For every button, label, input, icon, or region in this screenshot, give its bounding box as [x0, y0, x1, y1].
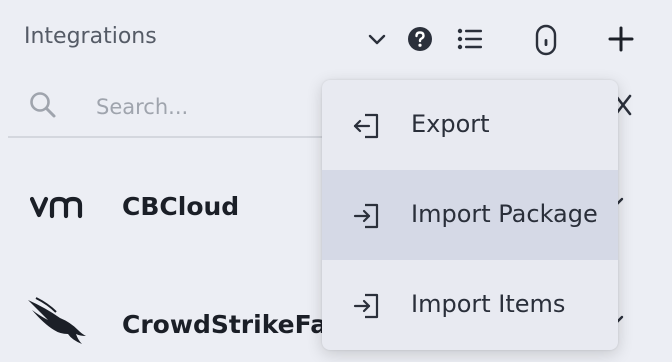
- vmware-logo: [29, 196, 88, 224]
- search-divider: [8, 136, 340, 138]
- menu-item-label: Import Items: [411, 290, 566, 318]
- plus-icon[interactable]: [606, 24, 636, 54]
- menu-item-label: Import Package: [411, 200, 598, 228]
- menu-item-import-package[interactable]: Import Package: [322, 170, 618, 260]
- import-icon: [352, 292, 382, 324]
- help-icon[interactable]: [406, 25, 434, 53]
- search-icon: [28, 90, 58, 124]
- panel-header: Integrations: [0, 0, 672, 80]
- page-title: Integrations: [24, 24, 157, 49]
- search-input[interactable]: [96, 90, 316, 124]
- mouse-icon[interactable]: [532, 23, 560, 57]
- actions-menu: Export Import Package Import Items: [322, 80, 618, 350]
- menu-item-label: Export: [411, 110, 490, 138]
- menu-item-export[interactable]: Export: [322, 80, 618, 170]
- export-icon: [352, 112, 382, 144]
- integration-name: CBCloud: [122, 192, 240, 221]
- menu-item-import-items[interactable]: Import Items: [322, 260, 618, 350]
- chevron-down-icon[interactable]: [364, 26, 390, 52]
- integration-name: CrowdStrikeFa: [122, 310, 328, 339]
- list-icon[interactable]: [456, 25, 484, 53]
- import-icon: [352, 202, 382, 234]
- falcon-icon: [26, 296, 88, 350]
